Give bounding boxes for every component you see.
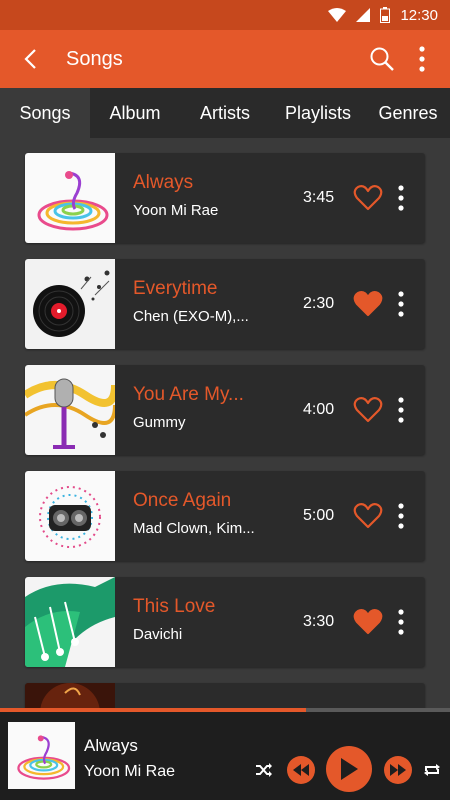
app-bar: Songs bbox=[0, 30, 450, 88]
heart-outline-icon bbox=[353, 397, 383, 423]
favorite-button[interactable] bbox=[353, 395, 383, 425]
favorite-button[interactable] bbox=[353, 289, 383, 319]
more-vertical-icon bbox=[398, 503, 404, 529]
song-duration: 3:30 bbox=[303, 613, 335, 630]
status-time: 12:30 bbox=[400, 6, 438, 24]
song-row[interactable]: You Are My... Gummy 4:00 bbox=[25, 365, 425, 455]
song-artist: Chen (EXO-M),... bbox=[133, 308, 249, 325]
album-art bbox=[25, 471, 115, 561]
now-playing-bar: Always Yoon Mi Rae bbox=[0, 712, 450, 800]
rewind-icon bbox=[293, 764, 309, 776]
tab-album[interactable]: Album bbox=[90, 88, 180, 138]
overflow-menu-button[interactable] bbox=[402, 30, 442, 88]
heart-filled-icon bbox=[353, 609, 383, 635]
signal-icon bbox=[356, 8, 371, 22]
favorite-button[interactable] bbox=[353, 607, 383, 637]
more-vertical-icon bbox=[398, 185, 404, 211]
repeat-button[interactable] bbox=[420, 758, 444, 782]
next-button[interactable] bbox=[384, 756, 412, 784]
song-row[interactable] bbox=[25, 683, 425, 708]
song-duration: 5:00 bbox=[303, 507, 335, 524]
more-vertical-icon bbox=[398, 291, 404, 317]
more-vertical-icon bbox=[398, 397, 404, 423]
song-menu-button[interactable] bbox=[391, 607, 411, 637]
tab-artists[interactable]: Artists bbox=[180, 88, 270, 138]
song-artist: Mad Clown, Kim... bbox=[133, 520, 255, 537]
tab-genres[interactable]: Genres bbox=[366, 88, 450, 138]
more-vertical-icon bbox=[419, 46, 425, 72]
song-row[interactable]: Always Yoon Mi Rae 3:45 bbox=[25, 153, 425, 243]
song-title: You Are My... bbox=[133, 384, 244, 405]
song-title: This Love bbox=[133, 596, 216, 617]
song-artist: Gummy bbox=[133, 414, 186, 431]
album-art bbox=[25, 259, 115, 349]
search-button[interactable] bbox=[362, 30, 402, 88]
song-title: Always bbox=[133, 172, 194, 193]
song-duration: 4:00 bbox=[303, 401, 335, 418]
tab-songs[interactable]: Songs bbox=[0, 88, 90, 138]
song-menu-button[interactable] bbox=[391, 501, 411, 531]
wifi-icon bbox=[328, 8, 347, 22]
song-duration: 3:45 bbox=[303, 189, 335, 206]
favorite-button[interactable] bbox=[353, 501, 383, 531]
now-playing-artist: Yoon Mi Rae bbox=[84, 763, 176, 780]
song-list: Always Yoon Mi Rae 3:45 Everytime Chen (… bbox=[0, 138, 450, 708]
back-button[interactable] bbox=[8, 30, 52, 88]
repeat-icon bbox=[424, 764, 440, 776]
tab-bar: Songs Album Artists Playlists Genres bbox=[0, 88, 450, 138]
previous-button[interactable] bbox=[287, 756, 315, 784]
album-art bbox=[25, 577, 115, 667]
battery-icon bbox=[380, 7, 391, 23]
heart-filled-icon bbox=[353, 291, 383, 317]
page-title: Songs bbox=[66, 47, 123, 70]
song-row[interactable]: This Love Davichi 3:30 bbox=[25, 577, 425, 667]
album-art bbox=[25, 153, 115, 243]
shuffle-icon bbox=[256, 763, 272, 777]
song-row[interactable]: Once Again Mad Clown, Kim... 5:00 bbox=[25, 471, 425, 561]
play-button[interactable] bbox=[326, 746, 372, 792]
status-bar: 12:30 bbox=[0, 0, 450, 30]
now-playing-album-art[interactable] bbox=[8, 722, 75, 789]
heart-outline-icon bbox=[353, 503, 383, 529]
search-icon bbox=[370, 47, 394, 71]
album-art bbox=[25, 365, 115, 455]
play-icon bbox=[341, 758, 358, 780]
song-menu-button[interactable] bbox=[391, 289, 411, 319]
song-menu-button[interactable] bbox=[391, 395, 411, 425]
back-arrow-icon bbox=[24, 49, 36, 69]
song-title: Once Again bbox=[133, 490, 232, 511]
song-artist: Yoon Mi Rae bbox=[133, 202, 219, 219]
shuffle-button[interactable] bbox=[252, 758, 276, 782]
tab-playlists[interactable]: Playlists bbox=[270, 88, 366, 138]
favorite-button[interactable] bbox=[353, 183, 383, 213]
heart-outline-icon bbox=[353, 185, 383, 211]
song-duration: 2:30 bbox=[303, 295, 335, 312]
song-artist: Davichi bbox=[133, 626, 183, 643]
album-art bbox=[25, 683, 115, 708]
more-vertical-icon bbox=[398, 609, 404, 635]
now-playing-title: Always bbox=[84, 736, 138, 755]
song-title: Everytime bbox=[133, 278, 218, 299]
fast-forward-icon bbox=[390, 764, 406, 776]
song-menu-button[interactable] bbox=[391, 183, 411, 213]
song-row[interactable]: Everytime Chen (EXO-M),... 2:30 bbox=[25, 259, 425, 349]
